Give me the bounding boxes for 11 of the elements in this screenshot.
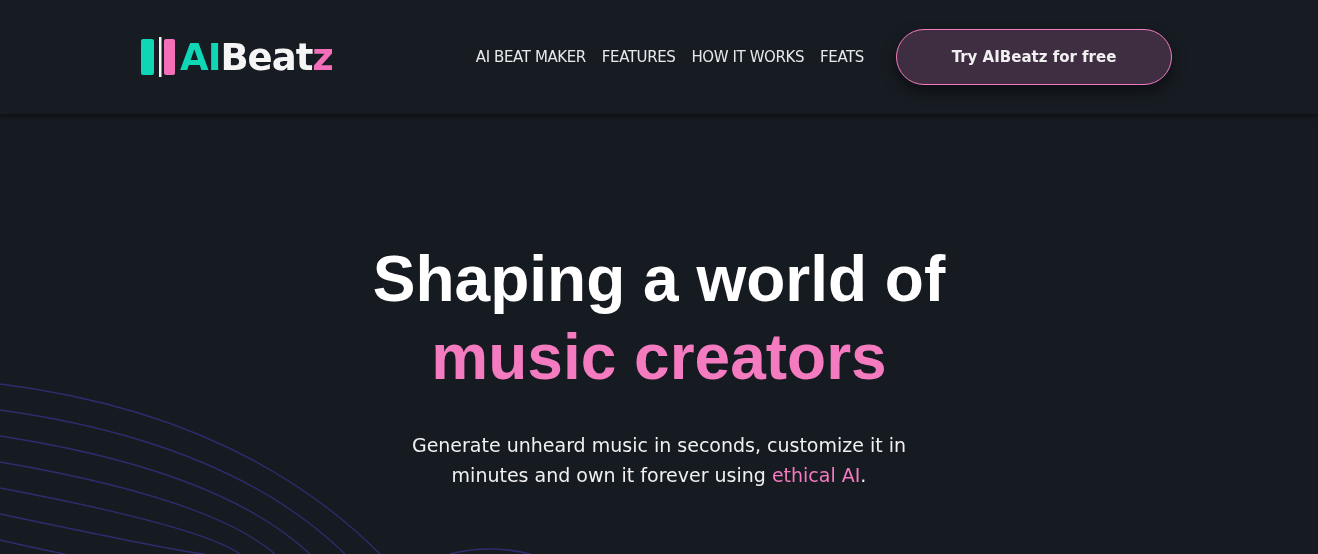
try-free-button[interactable]: Try AIBeatz for free	[896, 29, 1172, 85]
hero-title: Shaping a world of	[372, 242, 946, 317]
nav-link[interactable]: AI BEAT MAKER	[475, 48, 586, 66]
hero-subtitle: Generate unheard music in seconds, customize it in minutes and own it forever using ethical AI.	[410, 433, 908, 488]
nav-link[interactable]: FEATS	[820, 48, 864, 66]
hero-title: music creators	[431, 320, 887, 395]
nav-link[interactable]: HOW IT WORKS	[691, 48, 805, 66]
nav-link[interactable]: FEATURES	[601, 48, 676, 66]
logo-text[interactable]: AIBeatz	[180, 35, 333, 79]
ethical-ai-link[interactable]: ethical AI	[771, 464, 861, 486]
logo-icon	[141, 37, 175, 77]
